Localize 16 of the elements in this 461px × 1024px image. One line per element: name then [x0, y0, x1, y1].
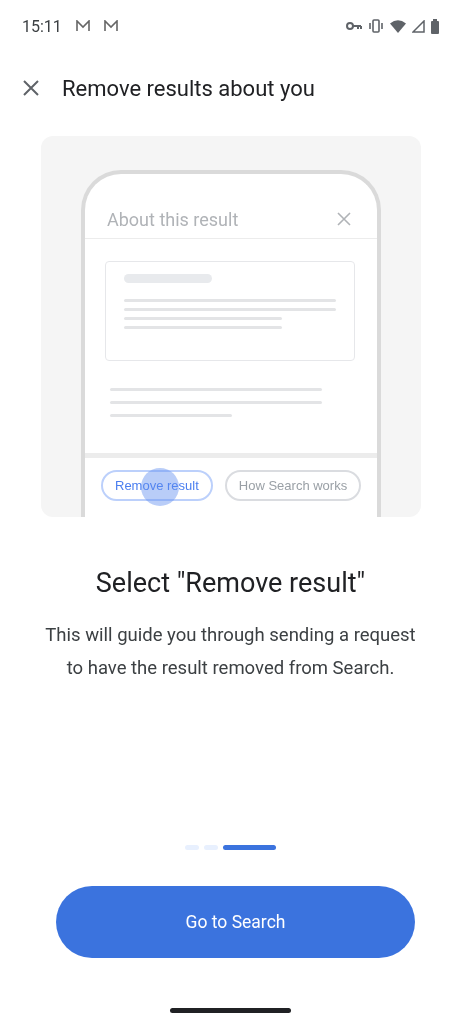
- status-time: 15:11: [22, 16, 62, 36]
- mail-icon: [103, 20, 118, 32]
- step-description: This will guide you through sending a request to have the result removed from Search.: [44, 623, 417, 681]
- mail-icon: [75, 20, 90, 32]
- chip: How Search works: [224, 470, 362, 501]
- close-icon[interactable]: [22, 79, 40, 97]
- close-icon: [337, 212, 351, 226]
- step-heading: Select "Remove result": [94, 567, 367, 599]
- go-to-search-button[interactable]: Go to Search: [56, 886, 415, 958]
- page-title: Remove results about you: [62, 75, 315, 101]
- battery-icon: [431, 18, 439, 34]
- wifi-icon: [390, 19, 406, 33]
- vibrate-icon: [368, 19, 384, 33]
- key-icon: [346, 21, 362, 31]
- dialog-title: About this result: [107, 208, 239, 230]
- signal-icon: [412, 19, 425, 33]
